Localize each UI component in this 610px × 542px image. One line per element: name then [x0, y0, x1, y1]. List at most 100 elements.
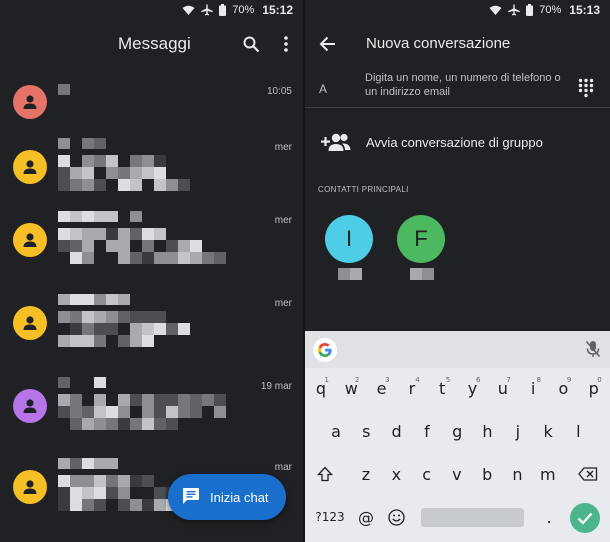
at-key[interactable]: @ [354, 502, 378, 532]
key-a[interactable]: a [324, 416, 348, 446]
person-icon [23, 316, 37, 330]
key-b[interactable]: b [475, 459, 499, 489]
battery-percent: 70% [232, 4, 255, 16]
avatar [13, 389, 47, 423]
key-alt-label: 3 [385, 376, 390, 384]
key-alt-label: 5 [445, 376, 451, 384]
key-z[interactable]: z [354, 459, 378, 489]
conversation-time: mer [274, 215, 292, 226]
avatar [13, 306, 47, 340]
key-label: s [362, 421, 371, 441]
conversation-row[interactable]: mer [0, 125, 303, 207]
key-label: f [424, 421, 430, 441]
key-r[interactable]: r4 [400, 373, 424, 403]
contact-avatar: F [397, 215, 445, 263]
key-x[interactable]: x [384, 459, 408, 489]
key-label: g [452, 421, 463, 441]
start-chat-label: Inizia chat [210, 489, 269, 505]
airplane-icon [508, 4, 520, 16]
key-label: t [439, 378, 446, 398]
key-u[interactable]: u7 [491, 373, 515, 403]
key-j[interactable]: j [506, 416, 530, 446]
start-group-conversation[interactable]: Avvia conversazione di gruppo [305, 118, 610, 166]
conversation-row[interactable]: mer [0, 281, 303, 363]
key-label: x [391, 464, 402, 484]
avatar [13, 150, 47, 184]
avatar [13, 470, 47, 504]
key-alt-label: 6 [476, 376, 481, 384]
key-label: m [540, 464, 556, 484]
key-label: l [576, 421, 581, 441]
contact-item[interactable]: I [325, 215, 375, 285]
emoji-key[interactable] [384, 502, 408, 532]
conversation-time: mar [274, 462, 292, 473]
key-e[interactable]: e3 [370, 373, 394, 403]
key-label: i [530, 378, 536, 398]
key-label: v [452, 464, 462, 484]
to-label: A [319, 82, 328, 96]
key-alt-label: 2 [354, 376, 360, 384]
airplane-icon [201, 4, 213, 16]
key-label: d [391, 421, 402, 441]
key-y[interactable]: y6 [461, 373, 485, 403]
key-l[interactable]: l [566, 416, 590, 446]
status-time: 15:12 [262, 3, 293, 17]
key-q[interactable]: q1 [309, 373, 333, 403]
battery-icon [526, 4, 534, 16]
key-n[interactable]: n [506, 459, 530, 489]
key-g[interactable]: g [445, 416, 469, 446]
conversation-row[interactable]: mer [0, 198, 303, 280]
google-icon[interactable] [313, 338, 337, 362]
start-chat-button[interactable]: Inizia chat [168, 474, 286, 520]
person-icon [23, 480, 37, 494]
key-t[interactable]: t5 [430, 373, 454, 403]
conversation-time: 19 mar [260, 381, 292, 392]
person-icon [23, 399, 37, 413]
key-alt-label: 0 [597, 376, 602, 384]
dialpad-icon[interactable] [578, 78, 594, 98]
key-h[interactable]: h [476, 416, 500, 446]
top-contacts-heading: CONTATTI PRINCIPALI [318, 185, 409, 194]
mic-off-icon[interactable] [585, 340, 601, 358]
key-label: b [482, 464, 493, 484]
key-m[interactable]: m [536, 459, 560, 489]
key-v[interactable]: v [445, 459, 469, 489]
more-options-icon[interactable] [276, 34, 296, 54]
key-label: z [361, 464, 371, 484]
key-k[interactable]: k [536, 416, 560, 446]
battery-icon [219, 4, 227, 16]
avatar [13, 223, 47, 257]
key-i[interactable]: i8 [521, 373, 545, 403]
enter-key[interactable] [570, 503, 600, 533]
wifi-icon [489, 5, 502, 16]
key-label: a [331, 421, 341, 441]
conversation-time: mer [274, 142, 292, 153]
status-bar: 70% 15:12 [0, 0, 303, 20]
status-time: 15:13 [569, 3, 600, 17]
recipient-input[interactable] [365, 71, 573, 105]
shift-key[interactable] [313, 459, 337, 489]
conversation-time: mer [274, 298, 292, 309]
key-s[interactable]: s [354, 416, 378, 446]
key-alt-label: 1 [324, 376, 329, 384]
backspace-key[interactable] [576, 459, 600, 489]
person-icon [23, 160, 37, 174]
key-w[interactable]: w2 [339, 373, 363, 403]
contact-item[interactable]: F [397, 215, 447, 285]
avatar [13, 85, 47, 119]
search-icon[interactable] [241, 34, 261, 54]
conversation-row[interactable]: 19 mar [0, 364, 303, 446]
keyboard-suggestion-bar [305, 331, 610, 368]
period-key[interactable]: . [537, 502, 561, 532]
space-key[interactable] [421, 508, 524, 527]
key-c[interactable]: c [415, 459, 439, 489]
back-arrow-icon[interactable] [319, 35, 339, 55]
divider [305, 107, 610, 108]
key-alt-label: 8 [536, 376, 542, 384]
key-f[interactable]: f [415, 416, 439, 446]
symbols-key[interactable]: ?123 [313, 502, 347, 532]
key-d[interactable]: d [385, 416, 409, 446]
key-alt-label: 7 [506, 376, 511, 384]
key-o[interactable]: o9 [551, 373, 575, 403]
key-p[interactable]: p0 [582, 373, 606, 403]
